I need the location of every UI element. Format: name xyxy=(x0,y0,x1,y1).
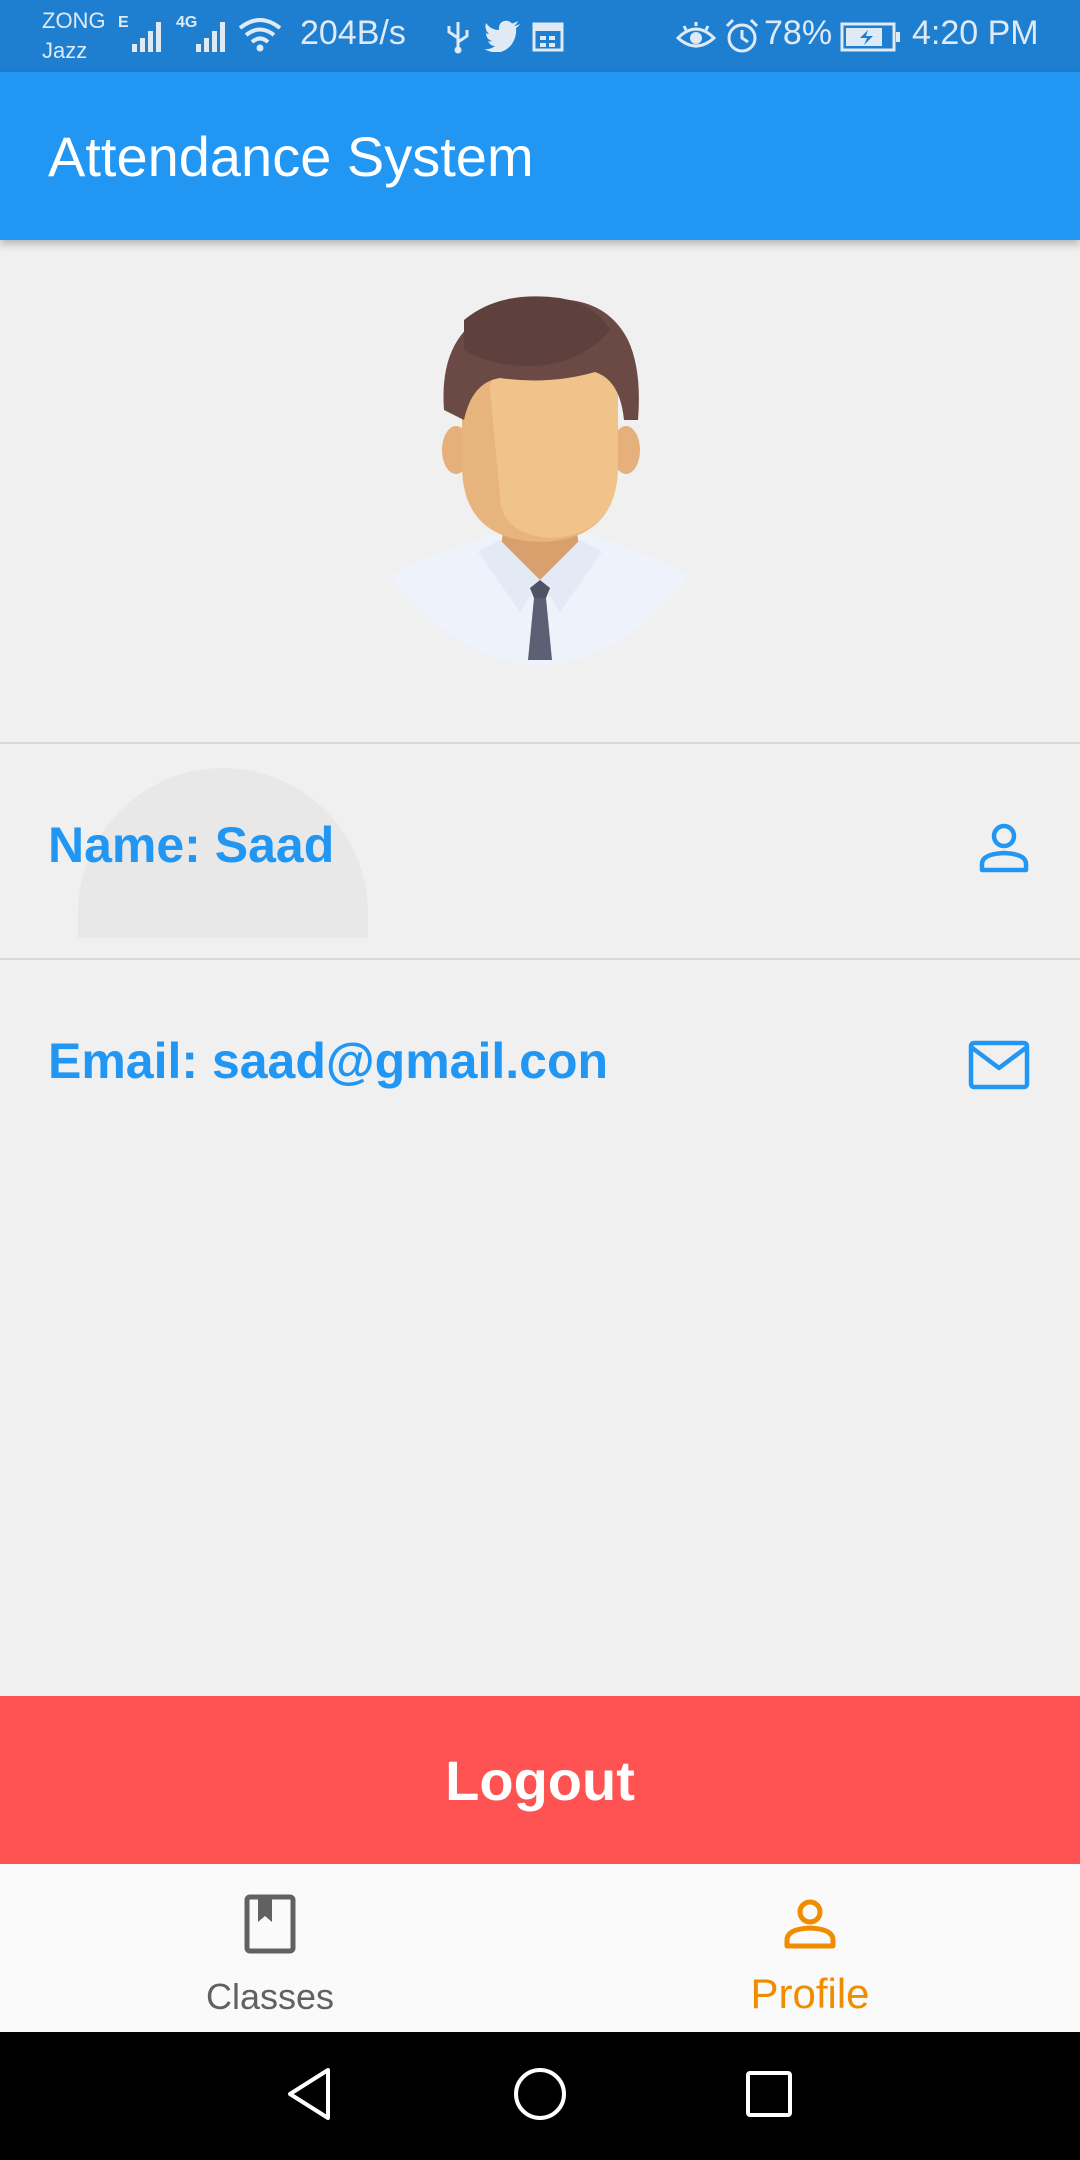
carrier-info: ZONG Jazz xyxy=(42,6,106,66)
logout-button[interactable]: Logout xyxy=(0,1696,1080,1864)
alarm-icon xyxy=(724,18,760,59)
logout-label: Logout xyxy=(445,1748,635,1812)
person-icon xyxy=(783,1898,837,1955)
nav-item-profile[interactable]: Profile xyxy=(540,1864,1080,2032)
home-icon[interactable] xyxy=(510,2064,570,2129)
carrier-name-2: Jazz xyxy=(42,38,88,63)
status-bar: ZONG Jazz E 4G 204B/s 78% 4:20 PM xyxy=(0,0,1080,72)
clock: 4:20 PM xyxy=(912,14,1039,52)
person-icon xyxy=(978,822,1030,879)
screen: ZONG Jazz E 4G 204B/s 78% 4:20 PM Attend… xyxy=(0,0,1080,2160)
wifi-icon xyxy=(238,16,282,59)
nav-item-classes[interactable]: Classes xyxy=(0,1864,540,2032)
system-navigation-bar xyxy=(0,2032,1080,2160)
book-icon xyxy=(244,1894,296,1959)
twitter-icon xyxy=(484,20,522,57)
battery-percent: 78% xyxy=(764,14,833,52)
network-type-1: E xyxy=(118,14,129,31)
battery-icon xyxy=(840,22,902,57)
signal-icon: E xyxy=(118,14,168,59)
nav-label-profile: Profile xyxy=(750,1970,870,2017)
calendar-icon xyxy=(532,20,564,57)
signal-icon: 4G xyxy=(176,14,232,59)
name-row[interactable]: Name: Saad xyxy=(0,744,1080,958)
bottom-navigation: Classes Profile xyxy=(0,1864,1080,2032)
recents-icon[interactable] xyxy=(742,2064,796,2129)
network-type-2: 4G xyxy=(176,14,198,31)
back-icon[interactable] xyxy=(282,2064,336,2129)
app-bar: Attendance System xyxy=(0,72,1080,240)
network-speed: 204B/s xyxy=(300,14,406,52)
carrier-name-1: ZONG xyxy=(42,8,106,33)
usb-icon xyxy=(444,18,472,59)
nav-label-classes: Classes xyxy=(205,1976,335,2017)
name-label: Name: Saad xyxy=(48,817,335,873)
avatar xyxy=(380,290,700,670)
email-row[interactable]: Email: saad@gmail.con xyxy=(0,960,1080,1174)
email-label: Email: saad@gmail.con xyxy=(48,1033,609,1089)
page-title: Attendance System xyxy=(48,125,534,188)
eye-icon xyxy=(675,20,717,57)
mail-icon xyxy=(968,1040,1030,1095)
